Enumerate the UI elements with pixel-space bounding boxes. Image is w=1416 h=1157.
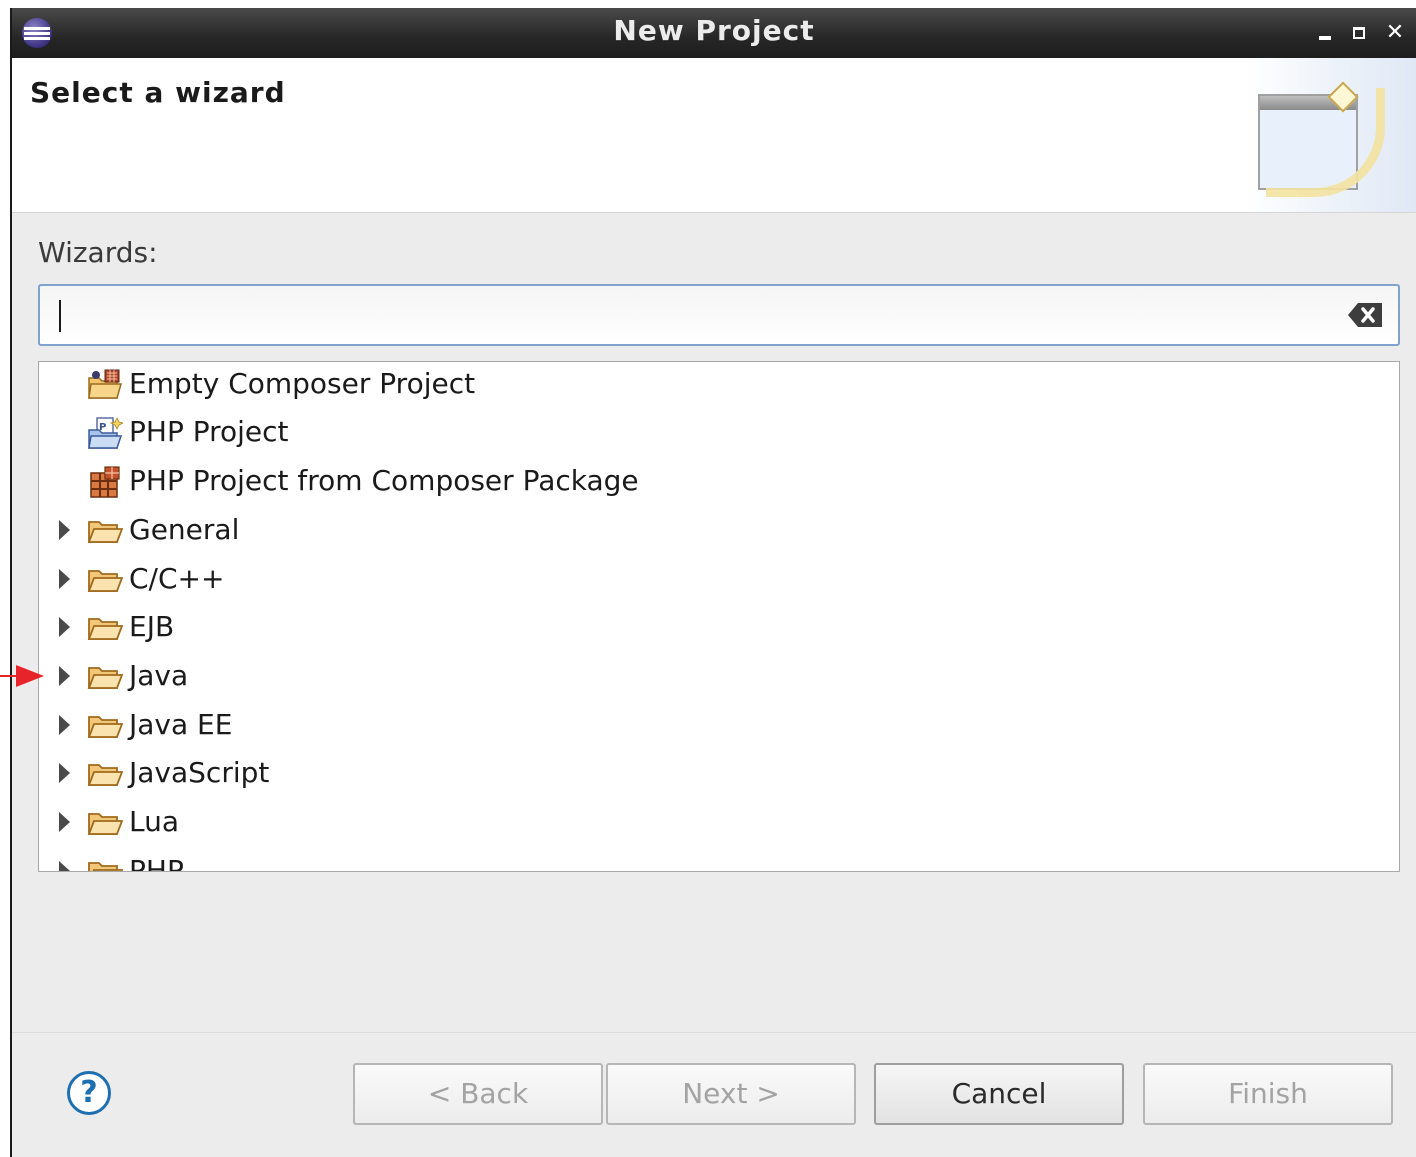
tree-item-label: General [129,513,240,546]
folder-icon [87,813,123,835]
tree-item-ejb[interactable]: EJB [39,605,1399,653]
wizard-banner-icon [1246,58,1416,212]
folder-icon [87,667,123,689]
tree-item-php-project[interactable]: P PHP Project [39,410,1399,458]
new-project-dialog: New Project ✕ Select a wizard Wizards: E… [10,8,1416,1157]
title-bar[interactable]: New Project ✕ [12,8,1416,58]
tree-item-label: Lua [129,805,180,838]
folder-icon [87,764,123,786]
expand-arrow-icon[interactable] [59,763,70,783]
footer-divider [12,1032,1416,1033]
tree-item-javascript[interactable]: JavaScript [39,751,1399,799]
expand-arrow-icon[interactable] [59,666,70,686]
wizard-banner: Select a wizard [12,58,1416,213]
composer-package-icon [90,466,120,498]
tree-item-label: Java [129,659,189,692]
help-button[interactable]: ? [67,1071,111,1115]
page-title: Select a wizard [30,76,286,109]
wizard-filter[interactable] [38,284,1400,346]
next-button[interactable]: Next > [606,1063,856,1125]
expand-arrow-icon[interactable] [59,861,70,871]
expand-arrow-icon[interactable] [59,569,70,589]
minimize-icon[interactable] [1310,18,1340,48]
close-icon[interactable]: ✕ [1380,18,1410,48]
tree-item-general[interactable]: General [39,508,1399,556]
back-button[interactable]: < Back [353,1063,603,1125]
tree-item-empty-composer-project[interactable]: Empty Composer Project [39,362,1399,410]
wizard-filter-input[interactable] [50,294,1324,338]
folder-icon [88,862,123,871]
tree-item-lua[interactable]: Lua [39,800,1399,848]
expand-arrow-icon[interactable] [59,715,70,735]
tree-item-java-ee[interactable]: Java EE [39,703,1399,751]
tree-item-label: Java EE [129,708,233,741]
tree-item-label: PHP Project [129,415,289,448]
tree-item-label: Empty Composer Project [129,367,476,400]
tree-item-c-cpp[interactable]: C/C++ [39,557,1399,605]
wizards-label: Wizards: [38,236,158,269]
composer-project-icon [88,369,122,399]
expand-arrow-icon[interactable] [59,617,70,637]
folder-icon [87,618,123,640]
tree-item-label: EJB [129,610,175,643]
php-project-icon: P [88,417,123,449]
text-caret [59,300,61,332]
clear-filter-icon[interactable] [1346,301,1384,329]
tree-item-label: PHP Project from Composer Package [129,464,639,497]
maximize-icon[interactable] [1344,18,1374,48]
cancel-button[interactable]: Cancel [874,1063,1124,1125]
pointer-arrow-icon [0,665,44,687]
window-title: New Project [613,14,815,47]
folder-icon [87,716,123,738]
expand-arrow-icon[interactable] [59,812,70,832]
tree-item-php[interactable]: PHP [39,849,1399,872]
folder-icon [87,570,123,592]
wizard-tree[interactable]: Empty Composer Project P PHP Project PHP… [38,361,1400,872]
tree-item-php-project-from-composer-package[interactable]: PHP Project from Composer Package [39,459,1399,507]
tree-item-label: C/C++ [129,562,225,595]
folder-icon [87,521,123,543]
finish-button[interactable]: Finish [1143,1063,1393,1125]
tree-item-label: JavaScript [129,756,270,789]
expand-arrow-icon[interactable] [59,520,70,540]
tree-item-label: PHP [129,854,184,872]
tree-item-java[interactable]: Java [39,654,1399,702]
